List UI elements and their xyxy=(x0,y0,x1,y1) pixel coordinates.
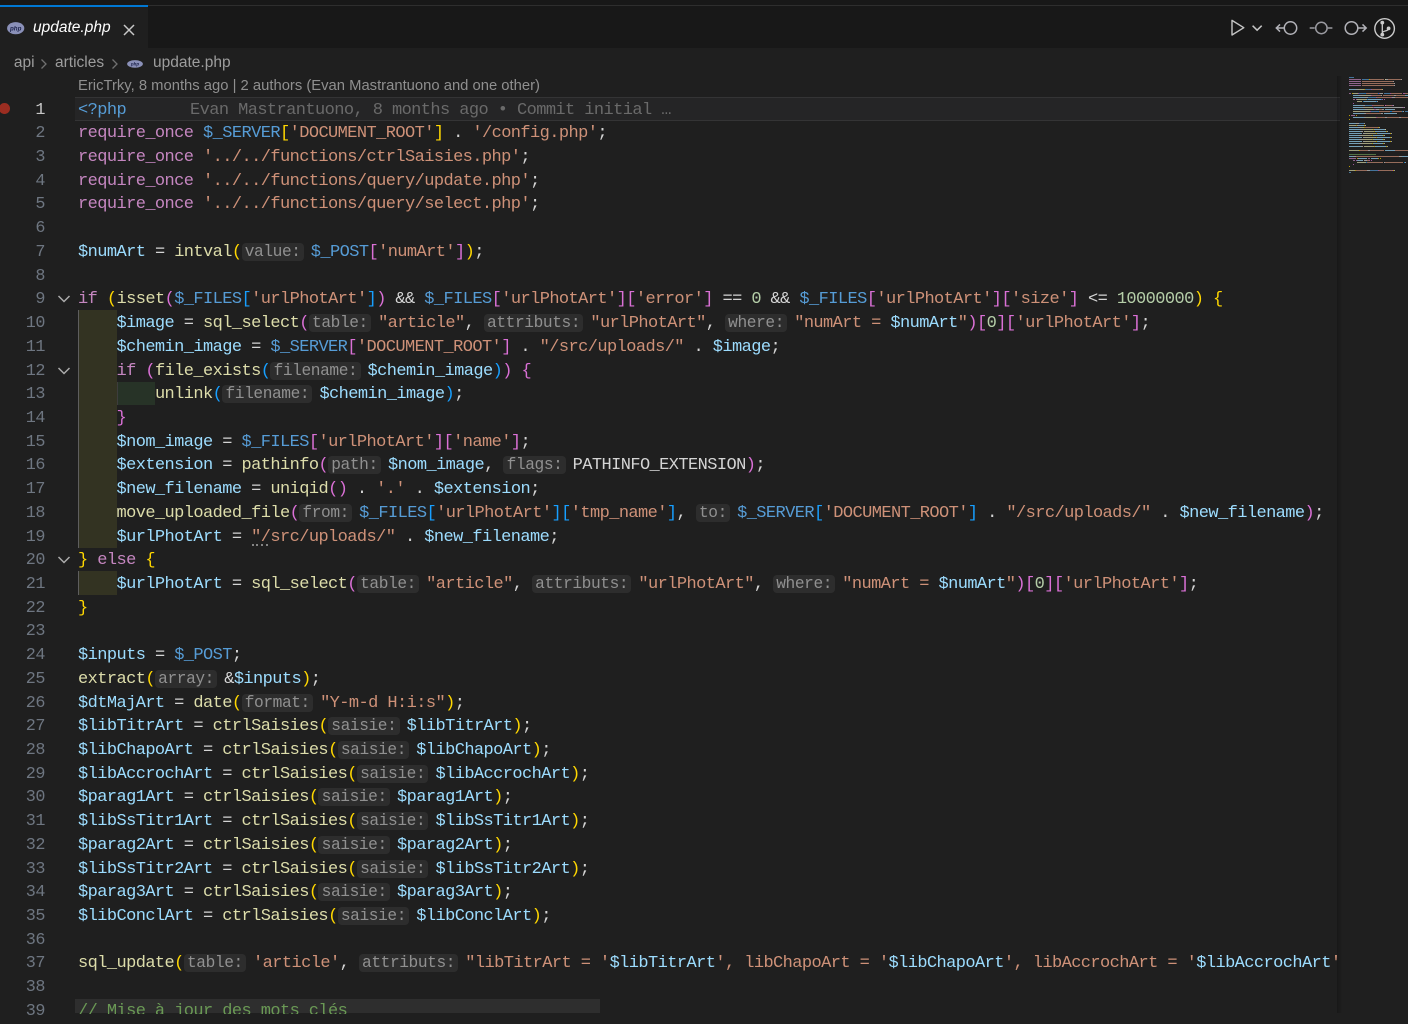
svg-text:php: php xyxy=(9,26,22,33)
svg-text:php: php xyxy=(130,62,139,67)
